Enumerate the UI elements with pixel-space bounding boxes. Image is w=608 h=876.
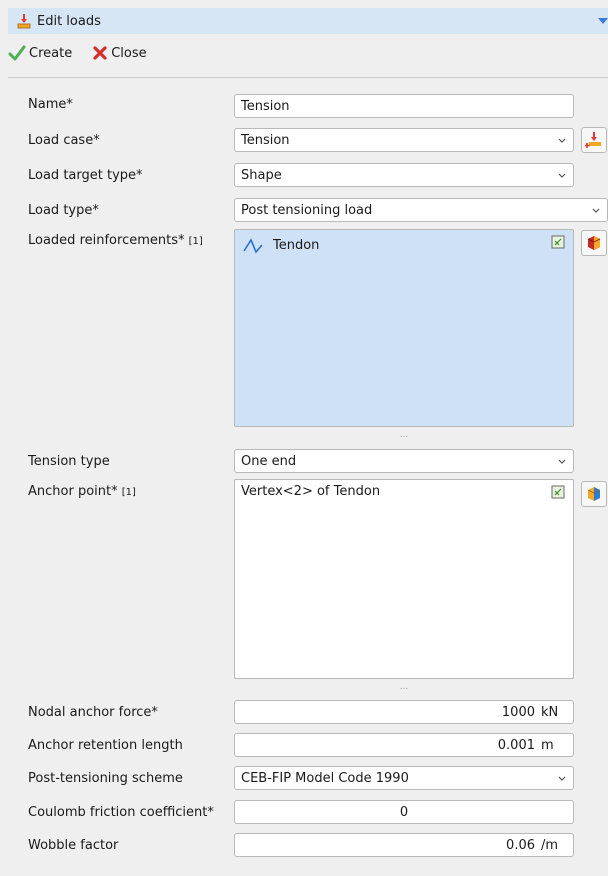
select-anchor-button[interactable]: [581, 481, 607, 507]
select-shape-icon: [587, 236, 601, 250]
anchor-point-label-text: Anchor point*: [28, 484, 118, 499]
nodal-anchor-force-unit: kN: [541, 704, 559, 720]
tension-type-value: One end: [241, 453, 297, 469]
anchor-point-count: [1]: [121, 487, 136, 498]
create-button[interactable]: Create: [8, 45, 72, 61]
close-button[interactable]: Close: [92, 45, 147, 61]
post-tensioning-scheme-label: Post-tensioning scheme: [28, 771, 183, 786]
clear-selection-icon[interactable]: [551, 485, 565, 499]
nodal-anchor-force-field[interactable]: 1000 kN: [234, 700, 574, 724]
toolbar-divider: [8, 77, 608, 78]
close-label: Close: [111, 45, 147, 61]
load-target-type-label: Load target type*: [28, 168, 143, 183]
list-item-label: Vertex<2> of Tendon: [241, 484, 381, 499]
x-icon: [93, 46, 107, 60]
select-reinforcement-button[interactable]: [581, 230, 607, 256]
collapse-arrow-icon[interactable]: [598, 15, 608, 25]
chevron-down-icon: [592, 208, 600, 213]
name-value: Tension: [241, 98, 290, 114]
load-case-add-icon: [585, 132, 601, 148]
resize-grip[interactable]: ...: [234, 682, 574, 692]
loaded-reinforcements-label: Loaded reinforcements* [1]: [28, 233, 203, 248]
check-icon: [8, 45, 26, 61]
wobble-factor-value: 0.06: [506, 837, 535, 853]
load-icon: [16, 13, 32, 29]
anchor-retention-length-value: 0.001: [497, 737, 535, 753]
loaded-reinforcements-list[interactable]: Tendon: [234, 229, 574, 427]
nodal-anchor-force-label: Nodal anchor force*: [28, 705, 158, 720]
chevron-down-icon: [558, 459, 566, 464]
list-item[interactable]: Vertex<2> of Tendon: [241, 484, 567, 499]
load-target-type-select[interactable]: Shape: [234, 163, 574, 187]
list-item-label: Tendon: [273, 237, 320, 253]
name-label: Name*: [28, 97, 73, 112]
post-tensioning-scheme-value: CEB-FIP Model Code 1990: [241, 770, 409, 786]
chevron-down-icon: [558, 173, 566, 178]
anchor-retention-length-label: Anchor retention length: [28, 738, 183, 753]
load-case-value: Tension: [241, 132, 290, 148]
loaded-reinforcements-count: [1]: [188, 236, 203, 247]
create-label: Create: [29, 45, 73, 61]
load-case-label: Load case*: [28, 133, 100, 148]
clear-selection-icon[interactable]: [551, 235, 565, 249]
wobble-factor-label: Wobble factor: [28, 838, 119, 853]
title-bar: Edit loads: [8, 8, 608, 34]
select-shape-icon: [587, 487, 601, 501]
anchor-retention-length-field[interactable]: 0.001 m: [234, 733, 574, 757]
loaded-reinforcements-label-text: Loaded reinforcements*: [28, 233, 185, 248]
wobble-factor-field[interactable]: 0.06 /m: [234, 833, 574, 857]
nodal-anchor-force-value: 1000: [501, 704, 535, 720]
load-type-value: Post tensioning load: [241, 202, 373, 218]
name-field[interactable]: Tension: [234, 94, 574, 118]
coulomb-friction-label: Coulomb friction coefficient*: [28, 805, 214, 820]
coulomb-friction-value: 0: [399, 804, 409, 820]
post-tensioning-scheme-select[interactable]: CEB-FIP Model Code 1990: [234, 766, 574, 790]
chevron-down-icon: [558, 776, 566, 781]
coulomb-friction-field[interactable]: 0: [234, 800, 574, 824]
load-type-select[interactable]: Post tensioning load: [234, 198, 608, 222]
anchor-retention-length-unit: m: [541, 737, 554, 753]
list-item[interactable]: Tendon: [241, 234, 567, 256]
add-load-case-button[interactable]: [581, 127, 607, 153]
tension-type-select[interactable]: One end: [234, 449, 574, 473]
resize-grip[interactable]: ...: [234, 430, 574, 440]
wobble-factor-unit: /m: [541, 837, 559, 853]
toolbar: Create Close: [8, 40, 167, 66]
anchor-point-list[interactable]: Vertex<2> of Tendon: [234, 479, 574, 679]
tension-type-label: Tension type: [28, 454, 110, 469]
tendon-icon: [243, 238, 263, 254]
load-target-type-value: Shape: [241, 167, 282, 183]
anchor-point-label: Anchor point* [1]: [28, 484, 136, 499]
load-case-select[interactable]: Tension: [234, 128, 574, 152]
load-type-label: Load type*: [28, 203, 99, 218]
chevron-down-icon: [558, 138, 566, 143]
window-title: Edit loads: [37, 13, 101, 29]
